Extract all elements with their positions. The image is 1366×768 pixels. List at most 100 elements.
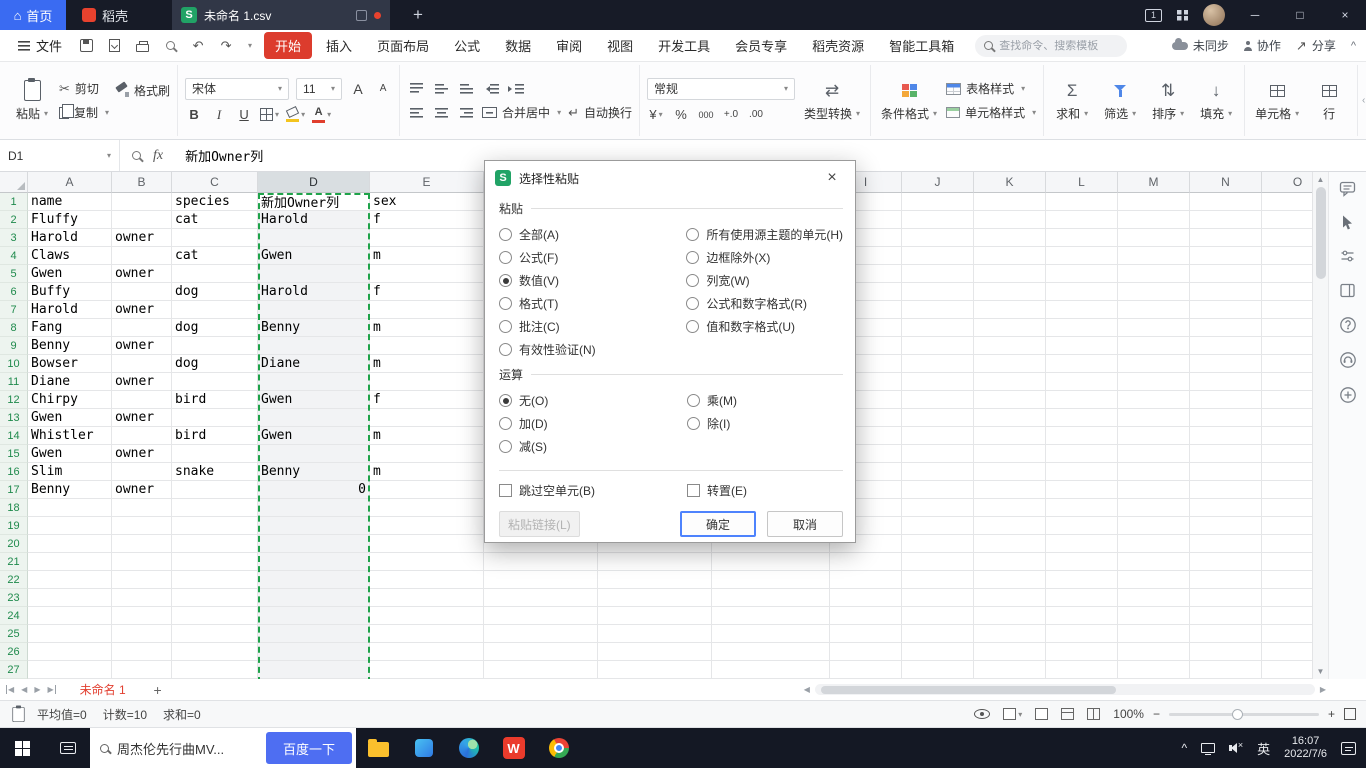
cell-B25[interactable] bbox=[112, 625, 172, 643]
row-header-23[interactable]: 23 bbox=[0, 589, 28, 607]
font-name-select[interactable]: 宋体 ▾ bbox=[185, 77, 290, 100]
cell-B9[interactable]: owner bbox=[112, 337, 172, 355]
cell-L25[interactable] bbox=[1046, 625, 1118, 643]
cell-J23[interactable] bbox=[902, 589, 974, 607]
column-header-K[interactable]: K bbox=[974, 172, 1046, 193]
cell-K13[interactable] bbox=[974, 409, 1046, 427]
name-box[interactable]: D1 ▾ bbox=[0, 140, 120, 171]
zoom-slider[interactable] bbox=[1168, 708, 1319, 720]
cell-E24[interactable] bbox=[370, 607, 484, 625]
cell-K20[interactable] bbox=[974, 535, 1046, 553]
cell-G21[interactable] bbox=[598, 553, 712, 571]
row-header-16[interactable]: 16 bbox=[0, 463, 28, 481]
cell-J7[interactable] bbox=[902, 301, 974, 319]
cell-M6[interactable] bbox=[1118, 283, 1190, 301]
cell-E7[interactable] bbox=[370, 301, 484, 319]
cell-A16[interactable]: Slim bbox=[28, 463, 112, 481]
cell-E9[interactable] bbox=[370, 337, 484, 355]
cell-M8[interactable] bbox=[1118, 319, 1190, 337]
page-break-view-button[interactable] bbox=[1087, 708, 1101, 720]
zoom-level[interactable]: 100% bbox=[1113, 707, 1144, 721]
cell-N10[interactable] bbox=[1190, 355, 1262, 373]
cell-I25[interactable] bbox=[830, 625, 902, 643]
cell-D5[interactable] bbox=[258, 265, 370, 283]
align-top-button[interactable] bbox=[407, 80, 425, 98]
cell-M20[interactable] bbox=[1118, 535, 1190, 553]
baidu-search-button[interactable]: 百度一下 bbox=[266, 732, 352, 764]
cell-C6[interactable]: dog bbox=[172, 283, 258, 301]
cell-D17[interactable]: 0 bbox=[258, 481, 370, 499]
dialog-titlebar[interactable]: S 选择性粘贴 × bbox=[485, 161, 855, 195]
cell-N19[interactable] bbox=[1190, 517, 1262, 535]
column-header-E[interactable]: E bbox=[370, 172, 484, 193]
filter-button[interactable]: 筛选 ▾ bbox=[1099, 79, 1141, 123]
cell-E4[interactable]: m bbox=[370, 247, 484, 265]
zoom-in-button[interactable]: + bbox=[1328, 707, 1335, 721]
cell-A8[interactable]: Fang bbox=[28, 319, 112, 337]
cell-M26[interactable] bbox=[1118, 643, 1190, 661]
cell-O8[interactable] bbox=[1262, 319, 1312, 337]
row-header-18[interactable]: 18 bbox=[0, 499, 28, 517]
menu-tab-9[interactable]: 会员专享 bbox=[724, 32, 798, 59]
cell-L2[interactable] bbox=[1046, 211, 1118, 229]
cell-B17[interactable]: owner bbox=[112, 481, 172, 499]
edge-browser-button[interactable] bbox=[446, 728, 491, 768]
cell-F27[interactable] bbox=[484, 661, 598, 679]
cell-C9[interactable] bbox=[172, 337, 258, 355]
cell-M16[interactable] bbox=[1118, 463, 1190, 481]
radio-option[interactable]: 公式和数字格式(R) bbox=[686, 292, 843, 315]
cell-M15[interactable] bbox=[1118, 445, 1190, 463]
cell-B2[interactable] bbox=[112, 211, 172, 229]
cell-E13[interactable] bbox=[370, 409, 484, 427]
cell-K3[interactable] bbox=[974, 229, 1046, 247]
cell-M17[interactable] bbox=[1118, 481, 1190, 499]
vertical-scrollbar-thumb[interactable] bbox=[1315, 187, 1326, 279]
toolbar-expand-button[interactable]: ‹ bbox=[1357, 65, 1366, 136]
column-header-N[interactable]: N bbox=[1190, 172, 1262, 193]
cell-K5[interactable] bbox=[974, 265, 1046, 283]
cell-N17[interactable] bbox=[1190, 481, 1262, 499]
cell-B22[interactable] bbox=[112, 571, 172, 589]
cell-L20[interactable] bbox=[1046, 535, 1118, 553]
cell-M21[interactable] bbox=[1118, 553, 1190, 571]
redo-button[interactable]: ↷ bbox=[218, 38, 234, 54]
cell-N11[interactable] bbox=[1190, 373, 1262, 391]
cell-L14[interactable] bbox=[1046, 427, 1118, 445]
cell-C14[interactable]: bird bbox=[172, 427, 258, 445]
cell-A27[interactable] bbox=[28, 661, 112, 679]
scroll-left-icon[interactable]: ◀ bbox=[804, 685, 810, 694]
cell-K1[interactable] bbox=[974, 193, 1046, 211]
grow-font-button[interactable]: A bbox=[349, 80, 367, 98]
radio-option[interactable]: 乘(M) bbox=[687, 389, 737, 412]
wrap-text-button[interactable]: ↵ 自动换行 bbox=[568, 104, 632, 121]
cell-C8[interactable]: dog bbox=[172, 319, 258, 337]
customer-service-icon[interactable] bbox=[1339, 351, 1357, 369]
fill-color-button[interactable]: ▾ bbox=[285, 105, 305, 124]
cell-G24[interactable] bbox=[598, 607, 712, 625]
feedback-circle-icon[interactable] bbox=[1339, 386, 1357, 404]
cell-C15[interactable] bbox=[172, 445, 258, 463]
cell-O23[interactable] bbox=[1262, 589, 1312, 607]
cell-A13[interactable]: Gwen bbox=[28, 409, 112, 427]
cut-button[interactable]: ✂ 剪切 bbox=[59, 80, 109, 97]
cell-K27[interactable] bbox=[974, 661, 1046, 679]
cell-O10[interactable] bbox=[1262, 355, 1312, 373]
comment-panel-icon[interactable] bbox=[1339, 180, 1356, 197]
decrease-indent-button[interactable] bbox=[482, 80, 500, 98]
window-manager-icon[interactable]: 1 bbox=[1145, 8, 1162, 22]
cell-B6[interactable] bbox=[112, 283, 172, 301]
add-sheet-button[interactable]: + bbox=[148, 682, 168, 698]
cell-O14[interactable] bbox=[1262, 427, 1312, 445]
cell-K25[interactable] bbox=[974, 625, 1046, 643]
cell-A24[interactable] bbox=[28, 607, 112, 625]
cell-L16[interactable] bbox=[1046, 463, 1118, 481]
insert-function-button[interactable]: fx bbox=[153, 148, 163, 164]
page-layout-view-button[interactable] bbox=[1061, 708, 1075, 720]
cells-button[interactable]: 单元格 ▾ bbox=[1252, 79, 1302, 123]
cell-O27[interactable] bbox=[1262, 661, 1312, 679]
cell-A3[interactable]: Harold bbox=[28, 229, 112, 247]
cell-D14[interactable]: Gwen bbox=[258, 427, 370, 445]
cell-O24[interactable] bbox=[1262, 607, 1312, 625]
user-avatar[interactable] bbox=[1203, 4, 1225, 26]
cell-style-button[interactable]: 单元格样式 ▾ bbox=[946, 104, 1036, 121]
